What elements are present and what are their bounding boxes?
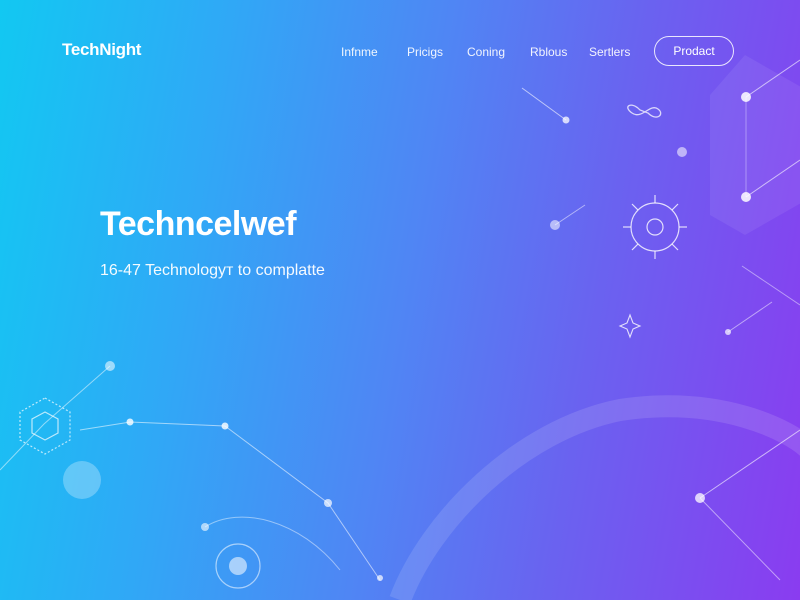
nav-link-4[interactable]: Rblous bbox=[530, 45, 567, 59]
gear-icon bbox=[623, 195, 687, 259]
background-decoration bbox=[0, 55, 800, 600]
orbit-icon bbox=[215, 543, 261, 589]
nav-link-1[interactable]: Infnme bbox=[341, 45, 378, 59]
nav-link-3[interactable]: Coning bbox=[467, 45, 505, 59]
nav-link-2[interactable]: Pricigs bbox=[407, 45, 443, 59]
network-node bbox=[741, 192, 751, 202]
infinity-icon bbox=[627, 104, 662, 118]
hexagon-icon bbox=[19, 397, 71, 455]
network-node bbox=[695, 493, 705, 503]
network-node bbox=[677, 147, 687, 157]
nav-link-5[interactable]: Sertlers bbox=[589, 45, 630, 59]
hero-title: Techncelwef bbox=[100, 205, 297, 243]
glow-circle bbox=[63, 461, 101, 499]
product-cta-button[interactable]: Prodact bbox=[654, 36, 734, 66]
network-node bbox=[741, 92, 751, 102]
main-nav: Infnme Pricigs Coning Rblous Sertlers Pr… bbox=[0, 36, 800, 66]
hexagon-outline-large bbox=[710, 55, 800, 235]
wave-arc bbox=[389, 395, 800, 600]
sparkle-icon bbox=[618, 313, 642, 339]
hero-subtitle: 16-47 Technologyт to complatte bbox=[100, 262, 325, 279]
network-node bbox=[550, 220, 560, 230]
